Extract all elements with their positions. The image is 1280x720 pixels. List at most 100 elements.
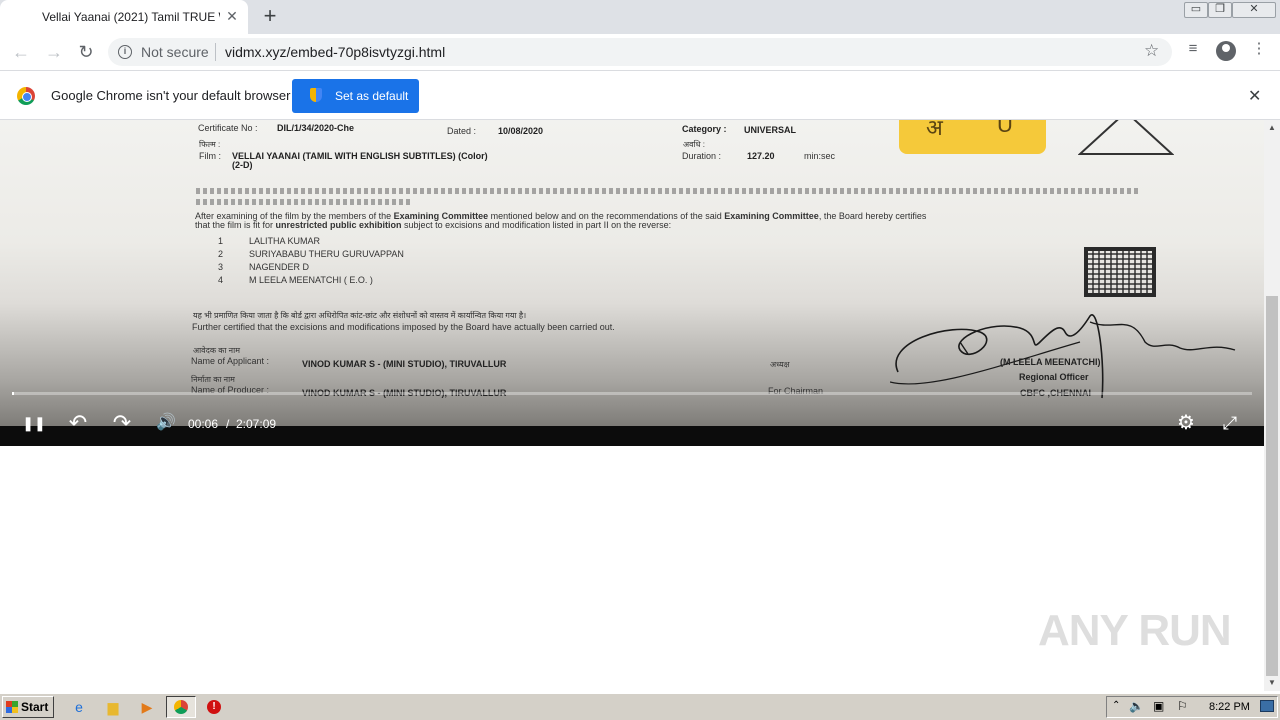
hindi-producer-label: निर्माता का नाम — [191, 375, 235, 384]
page-scrollbar[interactable]: ▲ ▼ — [1264, 120, 1280, 691]
member-4-num: 4 — [218, 275, 224, 285]
hindi-duration-label: अवधि : — [683, 140, 705, 149]
new-tab-button[interactable]: + — [258, 5, 282, 29]
settings-gear-icon[interactable]: ⚙ — [1174, 413, 1198, 433]
current-time: 00:06 — [188, 417, 219, 431]
hindi-paragraph-line-1 — [196, 188, 1140, 194]
progress-bar[interactable] — [12, 392, 1252, 395]
rewind-icon[interactable]: ↶ — [66, 412, 90, 434]
member-4-name: M LEELA MEENATCHI ( E.O. ) — [249, 275, 373, 285]
tray-network-icon[interactable]: ▣ — [1153, 699, 1164, 713]
time-separator: / — [226, 417, 230, 431]
profile-avatar-icon[interactable] — [1216, 41, 1236, 61]
category-label: Category : — [682, 124, 727, 134]
member-3-num: 3 — [218, 262, 224, 272]
tray-flag-icon[interactable]: ⚐ — [1177, 699, 1188, 713]
cert-no-label: Certificate No : — [198, 123, 258, 133]
scroll-up-arrow-icon[interactable]: ▲ — [1264, 120, 1280, 136]
tab-strip: Vellai Yaanai (2021) Tamil TRUE WEB ✕ + … — [0, 0, 1280, 34]
browser-toolbar: ← → ↻ i Not secure vidmx.xyz/embed-70p8i… — [0, 34, 1280, 71]
dated-value: 10/08/2020 — [498, 126, 544, 136]
further-certified: Further certified that the excisions and… — [192, 322, 615, 332]
media-player-icon[interactable]: ▶ — [138, 698, 156, 716]
member-2-num: 2 — [218, 249, 224, 259]
anyrun-watermark: ANY RUN — [1038, 606, 1232, 655]
applicant-value: VINOD KUMAR S - (MINI STUDIO), TIRUVALLU… — [302, 359, 507, 369]
category-value: UNIVERSAL — [744, 125, 797, 135]
pause-icon[interactable]: ❚❚ — [22, 413, 46, 433]
progress-fill — [12, 392, 14, 395]
ie-icon[interactable]: e — [70, 698, 88, 716]
applicant-label: Name of Applicant : — [191, 356, 270, 366]
officer-name: (M LEELA MEENATCHI) — [1000, 357, 1101, 367]
back-button[interactable]: ← — [9, 40, 33, 64]
url-text[interactable]: vidmx.xyz/embed-70p8isvtyzgi.html — [225, 44, 445, 60]
duration-unit: min:sec — [804, 151, 836, 161]
hindi-paragraph-line-2 — [196, 199, 410, 205]
stop-icon[interactable]: ! — [205, 698, 223, 716]
qr-code — [1084, 247, 1156, 297]
address-bar[interactable]: i Not secure vidmx.xyz/embed-70p8isvtyzg… — [108, 38, 1172, 66]
bookmark-star-icon[interactable]: ☆ — [1144, 41, 1159, 61]
member-1-num: 1 — [218, 236, 224, 246]
tray-clock[interactable]: 8:22 PM — [1209, 701, 1250, 713]
windows-logo-icon — [6, 701, 18, 713]
explorer-icon[interactable]: ▆ — [104, 698, 122, 716]
hindi-film-label: फिल्म : — [199, 140, 221, 149]
chrome-taskbar-icon[interactable] — [166, 696, 196, 718]
dated-label: Dated : — [447, 126, 477, 136]
video-player[interactable]: Certificate No : DIL/1/34/2020-Che Dated… — [0, 120, 1264, 446]
film-label: Film : — [199, 151, 221, 161]
minimize-button[interactable]: ▭ — [1184, 2, 1208, 18]
cert-no-value: DIL/1/34/2020-Che — [277, 123, 355, 133]
total-duration: 2:07:09 — [236, 417, 277, 431]
set-as-default-label: Set as default — [335, 89, 409, 103]
signature-image — [890, 314, 1236, 399]
tray-volume-icon[interactable]: 🔈 — [1129, 699, 1144, 713]
default-browser-infobar: Google Chrome isn't your default browser… — [0, 71, 1280, 120]
shield-icon — [310, 88, 322, 102]
chrome-logo-icon — [17, 87, 35, 105]
forward-button[interactable]: → — [42, 40, 66, 64]
officer-title: Regional Officer — [1019, 372, 1089, 382]
duration-label: Duration : — [682, 151, 722, 161]
reload-button[interactable]: ↻ — [74, 40, 98, 64]
film-format: (2-D) — [232, 160, 253, 170]
certificate-badge: अ U — [899, 120, 1046, 154]
skip-forward-icon[interactable]: ↷ — [110, 412, 134, 434]
duration-value: 127.20 — [747, 151, 775, 161]
url-divider — [215, 43, 216, 61]
browser-tab[interactable]: Vellai Yaanai (2021) Tamil TRUE WEB ✕ — [0, 0, 248, 34]
menu-icon[interactable]: ⋮ — [1248, 38, 1270, 60]
exam-paragraph-line-2: that the film is fit for unrestricted pu… — [195, 220, 672, 230]
set-as-default-button[interactable]: Set as default — [292, 79, 419, 113]
tab-title: Vellai Yaanai (2021) Tamil TRUE WEB — [42, 10, 220, 24]
security-status[interactable]: Not secure — [141, 44, 209, 60]
tray-arrow-icon[interactable]: ⌃ — [1112, 700, 1120, 711]
start-button[interactable]: Start — [2, 696, 54, 718]
close-window-button[interactable]: ✕ — [1232, 2, 1276, 18]
scroll-thumb[interactable] — [1266, 296, 1278, 676]
badge-right-text: U — [997, 120, 1013, 137]
infobar-close-icon[interactable]: ✕ — [1248, 86, 1261, 106]
hindi-chairman-label: अध्यक्ष — [770, 360, 790, 369]
member-2-name: SURIYABABU THERU GURUVAPPAN — [249, 249, 404, 259]
restore-button[interactable]: ❐ — [1208, 2, 1232, 18]
show-desktop-icon[interactable] — [1260, 700, 1274, 712]
video-frame: Certificate No : DIL/1/34/2020-Che Dated… — [0, 120, 1264, 426]
info-icon[interactable]: i — [118, 45, 132, 59]
hindi-further-certified: यह भी प्रमाणित किया जाता है कि बोर्ड द्व… — [193, 311, 527, 320]
infobar-message: Google Chrome isn't your default browser — [51, 88, 291, 103]
film-title: VELLAI YAANAI (TAMIL WITH ENGLISH SUBTIT… — [232, 151, 488, 161]
volume-icon[interactable]: 🔊 — [153, 413, 179, 433]
badge-left-text: अ — [926, 120, 943, 140]
windows-taskbar: Start e ▆ ▶ ! ⌃ 🔈 ▣ ⚐ 8:22 PM — [0, 693, 1280, 720]
media-control-icon[interactable]: ≡ — [1182, 38, 1204, 60]
tab-close-icon[interactable]: ✕ — [224, 8, 240, 24]
triangle-mark-icon — [1078, 120, 1174, 155]
scroll-down-arrow-icon[interactable]: ▼ — [1264, 675, 1280, 691]
fullscreen-icon[interactable]: ⤢ — [1218, 413, 1242, 433]
member-3-name: NAGENDER D — [249, 262, 310, 272]
start-label: Start — [21, 700, 49, 714]
system-tray: ⌃ 🔈 ▣ ⚐ 8:22 PM — [1106, 696, 1278, 718]
